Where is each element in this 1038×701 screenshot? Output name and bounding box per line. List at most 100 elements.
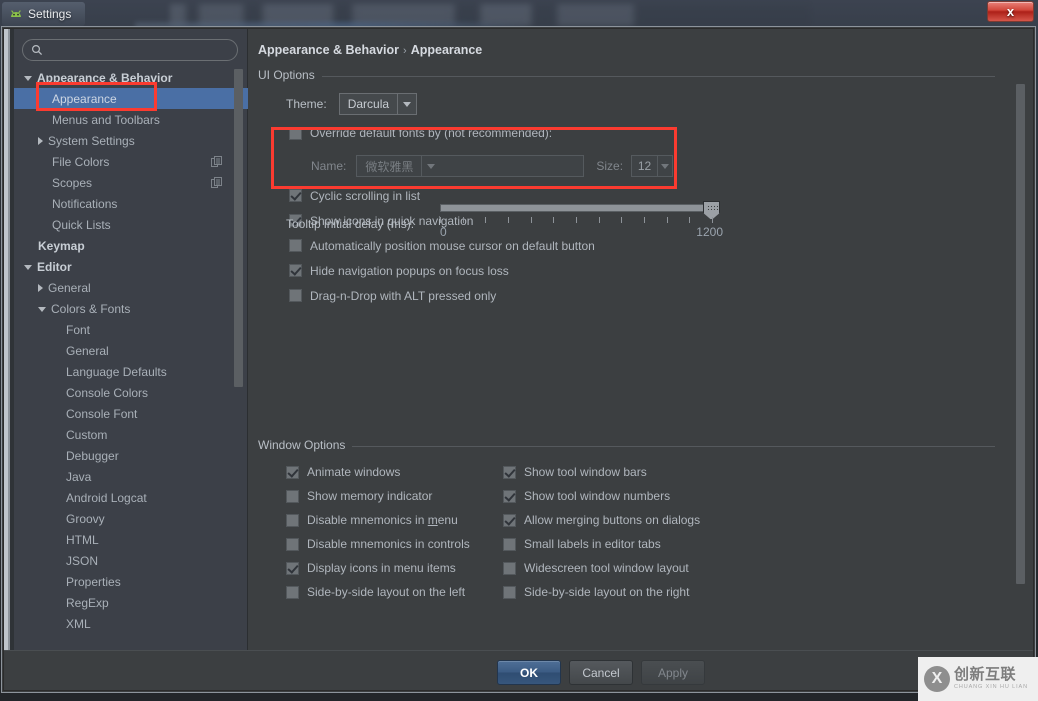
sidebar-scrollbar-thumb[interactable]	[234, 69, 243, 387]
checkbox-show-tool-window-bars-label: Show tool window bars	[524, 465, 647, 479]
checkbox-side-by-side-layout-on-the-left[interactable]: Side-by-side layout on the left	[286, 580, 470, 604]
checkbox-animate-windows[interactable]: Animate windows	[286, 460, 470, 484]
checkbox-checked-icon	[503, 465, 516, 479]
font-name-label: Name:	[311, 159, 347, 173]
sidebar-item-general[interactable]: General	[14, 277, 248, 298]
sidebar-item-editor[interactable]: Editor	[14, 256, 248, 277]
checkbox-side-by-side-layout-on-the-right[interactable]: Side-by-side layout on the right	[503, 580, 700, 604]
checkbox-checked-icon	[286, 561, 299, 575]
sidebar-item-console-font[interactable]: Console Font	[14, 403, 248, 424]
search-box[interactable]	[22, 39, 238, 61]
slider-tick	[712, 217, 713, 223]
sidebar-item-scopes[interactable]: Scopes	[14, 172, 248, 193]
checkbox-show-memory-indicator-label: Show memory indicator	[307, 489, 433, 503]
search-input[interactable]	[43, 43, 237, 57]
chevron-right-icon[interactable]	[38, 283, 43, 292]
checkbox-hide-navigation-popups-on-focus-loss[interactable]: Hide navigation popups on focus loss	[289, 258, 595, 283]
close-button[interactable]: x	[987, 1, 1034, 22]
sidebar-item-appearance-behavior[interactable]: Appearance & Behavior	[14, 67, 248, 88]
checkbox-display-icons-in-menu-items[interactable]: Display icons in menu items	[286, 556, 470, 580]
checkbox-side-by-side-layout-on-the-left-label: Side-by-side layout on the left	[307, 585, 466, 599]
sidebar-item-label: Editor	[37, 259, 72, 274]
sidebar-item-xml[interactable]: XML	[14, 613, 248, 634]
sidebar-item-notifications[interactable]: Notifications	[14, 193, 248, 214]
sidebar-item-html[interactable]: HTML	[14, 529, 248, 550]
content-scrollbar-thumb[interactable]	[1016, 84, 1025, 584]
font-size-spinner[interactable]: 12	[631, 155, 674, 177]
sidebar-item-console-colors[interactable]: Console Colors	[14, 382, 248, 403]
apply-button[interactable]: Apply	[641, 660, 705, 685]
search-icon	[31, 44, 43, 56]
window-left-edge	[4, 29, 14, 690]
ui-options-title: UI Options	[258, 68, 322, 82]
watermark-texts: 创新互联 CHUANG XIN HU LIAN	[954, 667, 1028, 691]
checkbox-show-tool-window-bars[interactable]: Show tool window bars	[503, 460, 700, 484]
sidebar-item-properties[interactable]: Properties	[14, 571, 248, 592]
chevron-down-icon[interactable]	[24, 76, 32, 81]
window-options-right-column: Show tool window bars Show tool window nu…	[503, 460, 700, 604]
chevron-down-icon[interactable]	[397, 94, 416, 114]
checkbox-widescreen-tool-window-layout[interactable]: Widescreen tool window layout	[503, 556, 700, 580]
sidebar-item-regexp[interactable]: RegExp	[14, 592, 248, 613]
sidebar-item-font[interactable]: Font	[14, 319, 248, 340]
sidebar-item-appearance[interactable]: Appearance	[14, 88, 248, 109]
checkbox-disable-mnemonics-in-menu[interactable]: Disable mnemonics in menu	[286, 508, 470, 532]
title-bar: Settings x	[0, 0, 1038, 26]
settings-content-panel: Appearance & Behavior › Appearance UI Opti…	[249, 29, 1033, 650]
breadcrumb-root[interactable]: Appearance & Behavior	[258, 43, 399, 57]
sidebar-item-general[interactable]: General	[14, 340, 248, 361]
settings-dialog: Settings x Appearance & Behavior Appearan…	[0, 0, 1038, 701]
checkbox-box	[289, 289, 302, 302]
sidebar-item-debugger[interactable]: Debugger	[14, 445, 248, 466]
chevron-down-icon[interactable]	[24, 265, 32, 270]
checkbox-small-labels-in-editor-tabs[interactable]: Small labels in editor tabs	[503, 532, 700, 556]
slider-tick	[666, 217, 668, 223]
checkbox-show-memory-indicator[interactable]: Show memory indicator	[286, 484, 470, 508]
title-plate: Settings	[2, 2, 86, 26]
checkbox-show-tool-window-numbers[interactable]: Show tool window numbers	[503, 484, 700, 508]
sidebar-item-quick-lists[interactable]: Quick Lists	[14, 214, 248, 235]
sidebar-item-android-logcat[interactable]: Android Logcat	[14, 487, 248, 508]
dialog-frame: Appearance & Behavior Appearance Menus and…	[1, 26, 1036, 693]
sidebar-item-language-defaults[interactable]: Language Defaults	[14, 361, 248, 382]
tooltip-delay-label-row: Tooltip initial delay (ms):	[286, 217, 414, 231]
chevron-right-icon[interactable]	[38, 136, 43, 145]
settings-sidebar: Appearance & Behavior Appearance Menus and…	[14, 29, 248, 690]
font-name-combobox[interactable]: 微软雅黑	[356, 155, 585, 177]
sidebar-item-label: System Settings	[48, 133, 135, 148]
sidebar-item-label: Colors & Fonts	[51, 301, 131, 316]
checkbox-box	[286, 585, 299, 599]
chevron-down-icon[interactable]	[421, 156, 441, 176]
checkbox-checked-icon	[503, 489, 516, 503]
sidebar-item-system-settings[interactable]: System Settings	[14, 130, 248, 151]
sidebar-item-file-colors[interactable]: File Colors	[14, 151, 248, 172]
checkbox-disable-mnemonics-in-controls[interactable]: Disable mnemonics in controls	[286, 532, 470, 556]
override-default-fonts-checkbox[interactable]: Override default fonts by (not recommend…	[289, 126, 552, 140]
sidebar-item-label: Appearance & Behavior	[37, 70, 173, 85]
ui-options-divider	[258, 76, 995, 77]
theme-combobox[interactable]: Darcula	[338, 93, 417, 115]
sidebar-item-custom[interactable]: Custom	[14, 424, 248, 445]
override-default-fonts-label: Override default fonts by (not recommend…	[310, 126, 553, 140]
sidebar-item-keymap[interactable]: Keymap	[14, 235, 248, 256]
sidebar-item-menus-and-toolbars[interactable]: Menus and Toolbars	[14, 109, 248, 130]
checkbox-checked-icon	[503, 513, 516, 527]
slider-min-label: 0	[440, 225, 447, 239]
sidebar-item-colors-fonts[interactable]: Colors & Fonts	[14, 298, 248, 319]
tooltip-delay-label: Tooltip initial delay (ms):	[286, 217, 415, 231]
checkbox-drag-n-drop-with-alt-pressed-only[interactable]: Drag-n-Drop with ALT pressed only	[289, 283, 595, 308]
chevron-down-icon[interactable]	[657, 155, 674, 177]
sidebar-item-groovy[interactable]: Groovy	[14, 508, 248, 529]
slider-track[interactable]	[440, 204, 715, 212]
sidebar-item-label: Quick Lists	[52, 217, 111, 232]
sidebar-item-label: Notifications	[52, 196, 118, 211]
breadcrumb-separator-icon: ›	[403, 45, 407, 57]
ok-button[interactable]: OK	[497, 660, 561, 685]
cancel-button[interactable]: Cancel	[569, 660, 633, 685]
sidebar-item-java[interactable]: Java	[14, 466, 248, 487]
chevron-down-icon[interactable]	[38, 307, 46, 312]
sidebar-item-label: Android Logcat	[66, 490, 147, 505]
sidebar-item-label: XML	[66, 616, 91, 631]
checkbox-allow-merging-buttons-on-dialogs[interactable]: Allow merging buttons on dialogs	[503, 508, 700, 532]
sidebar-item-json[interactable]: JSON	[14, 550, 248, 571]
